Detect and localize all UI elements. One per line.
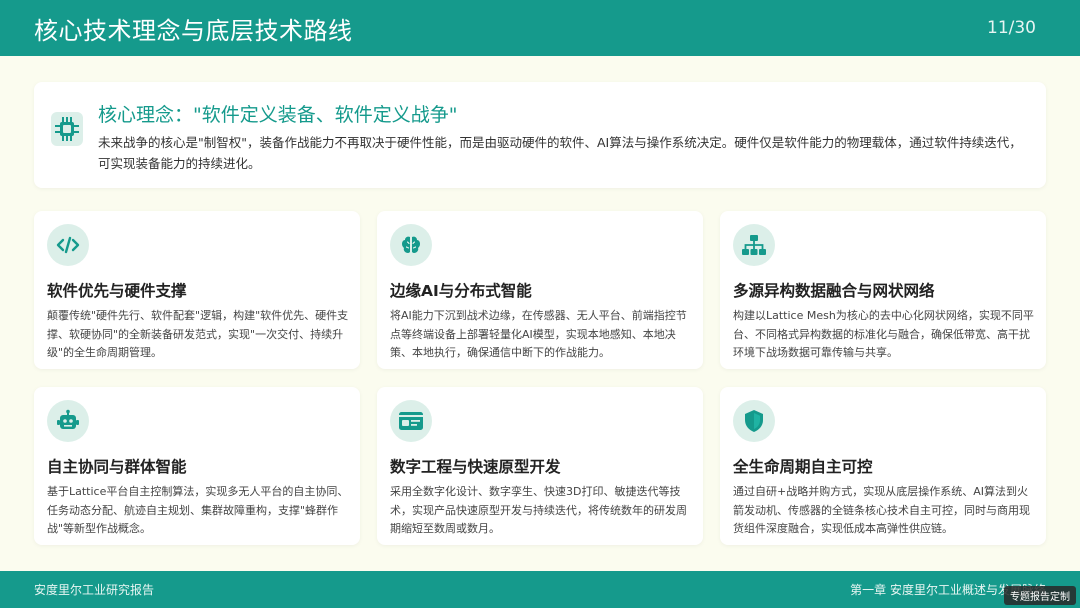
card-text: 颠覆传统"硬件先行、软件配套"逻辑，构建"软件优先、硬件支撑、软硬协同"的全新装… — [47, 309, 349, 359]
concept-description: 未来战争的核心是"制智权"，装备作战能力不再取决于硬件性能，而是由驱动硬件的软件… — [98, 135, 1022, 171]
card-data-fusion: 多源异构数据融合与网状网络 构建以Lattice Mesh为核心的去中心化网状网… — [720, 211, 1046, 369]
custom-report-badge[interactable]: 专题报告定制 — [1004, 586, 1076, 605]
core-concept-panel: 核心理念："软件定义装备、软件定义战争" 未来战争的核心是"制智权"，装备作战能… — [34, 82, 1046, 188]
footer-bar: 安度里尔工业研究报告 第一章 安度里尔工业概述与发展脉络 — [0, 571, 1080, 608]
concept-title: 核心理念："软件定义装备、软件定义战争" — [98, 104, 458, 126]
card-edge-ai: 边缘AI与分布式智能 将AI能力下沉到战术边缘，在传感器、无人平台、前端指控节点… — [377, 211, 703, 369]
network-icon — [733, 224, 775, 266]
card-autonomous-swarm: 自主协同与群体智能 基于Lattice平台自主控制算法，实现多无人平台的自主协同… — [34, 387, 360, 545]
card-title: 边缘AI与分布式智能 — [390, 282, 532, 300]
card-text: 通过自研+战略并购方式，实现从底层操作系统、AI算法到火箭发动机、传感器的全链条… — [733, 485, 1030, 535]
page-title: 核心技术理念与底层技术路线 — [34, 16, 353, 45]
card-title: 多源异构数据融合与网状网络 — [733, 282, 935, 300]
robot-icon — [47, 400, 89, 442]
brain-icon — [390, 224, 432, 266]
page-number: 11/30 — [987, 18, 1036, 38]
card-title: 数字工程与快速原型开发 — [390, 458, 561, 476]
card-title: 软件优先与硬件支撑 — [47, 282, 187, 300]
card-text: 基于Lattice平台自主控制算法，实现多无人平台的自主协同、任务动态分配、航迹… — [47, 485, 349, 535]
header-bar: 核心技术理念与底层技术路线 11/30 — [0, 0, 1080, 56]
card-text: 采用全数字化设计、数字孪生、快速3D打印、敏捷迭代等技术，实现产品快速原型开发与… — [390, 485, 687, 535]
id-card-icon — [390, 400, 432, 442]
shield-icon — [733, 400, 775, 442]
card-text: 构建以Lattice Mesh为核心的去中心化网状网络，实现不同平台、不同格式异… — [733, 309, 1034, 359]
card-software-first: 软件优先与硬件支撑 颠覆传统"硬件先行、软件配套"逻辑，构建"软件优先、硬件支撑… — [34, 211, 360, 369]
card-title: 自主协同与群体智能 — [47, 458, 187, 476]
card-lifecycle-control: 全生命周期自主可控 通过自研+战略并购方式，实现从底层操作系统、AI算法到火箭发… — [720, 387, 1046, 545]
card-text: 将AI能力下沉到战术边缘，在传感器、无人平台、前端指控节点等终端设备上部署轻量化… — [390, 309, 687, 359]
code-icon — [47, 224, 89, 266]
chip-icon — [50, 108, 84, 150]
footer-report-name: 安度里尔工业研究报告 — [34, 583, 155, 597]
card-digital-engineering: 数字工程与快速原型开发 采用全数字化设计、数字孪生、快速3D打印、敏捷迭代等技术… — [377, 387, 703, 545]
card-title: 全生命周期自主可控 — [733, 458, 873, 476]
